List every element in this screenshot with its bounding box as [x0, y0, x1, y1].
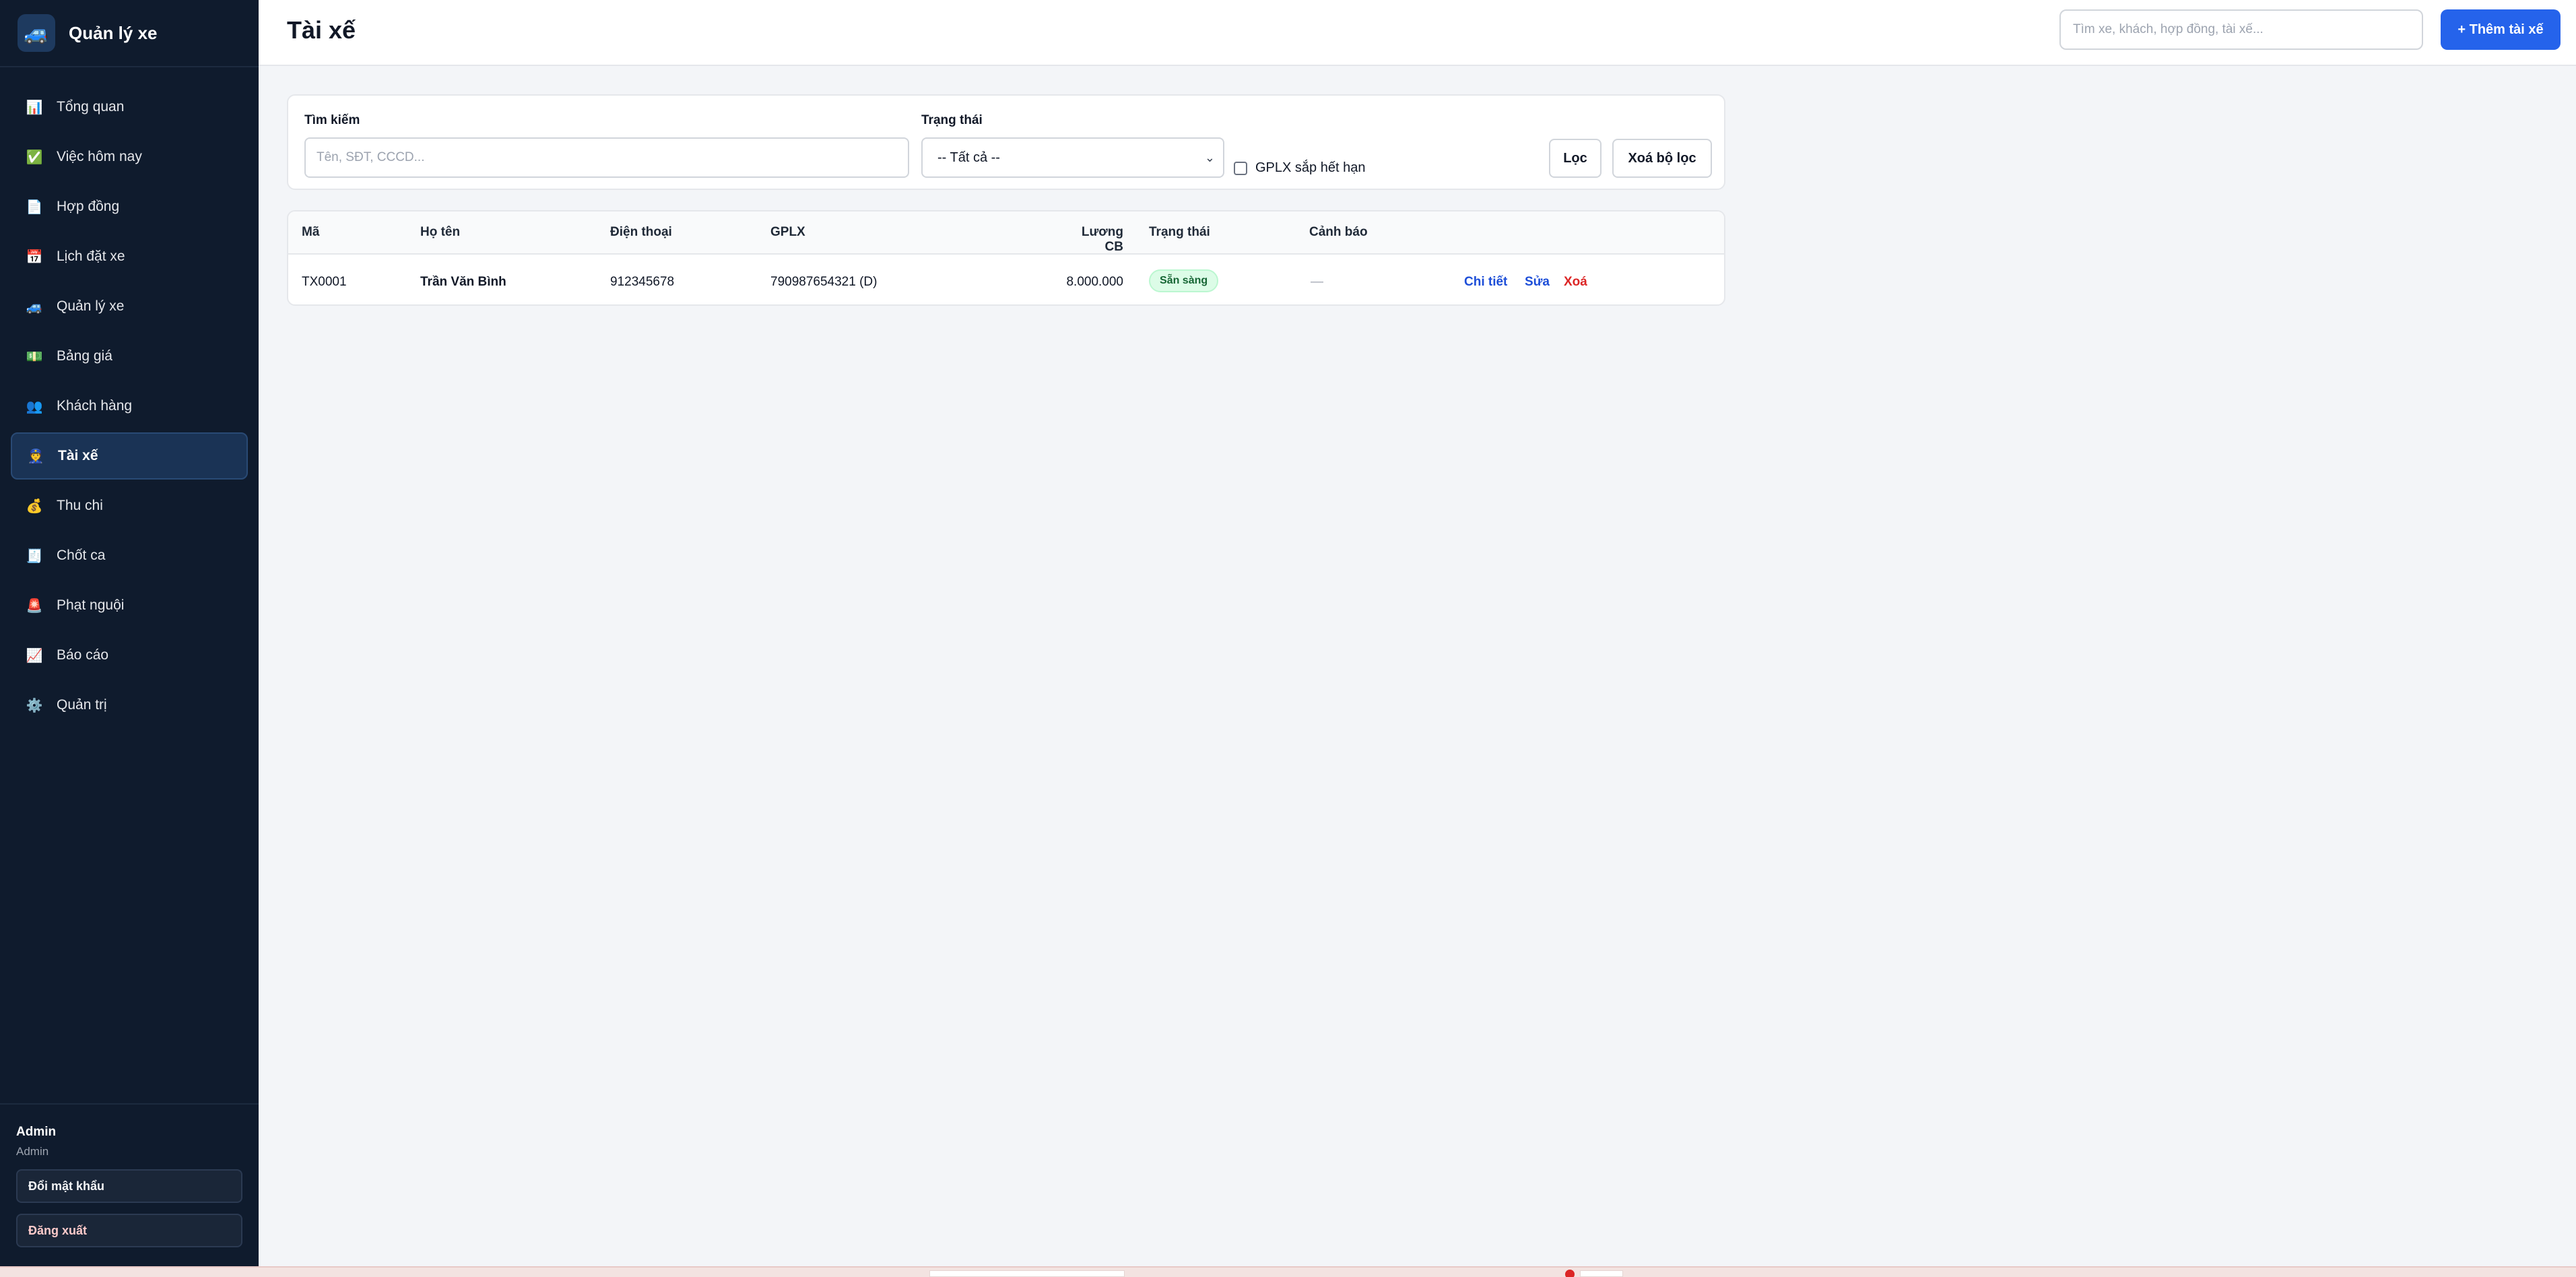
driver-code: TX0001 — [302, 275, 347, 289]
sidebar-item-quan-tri[interactable]: ⚙️ Quản trị — [11, 682, 248, 729]
change-password-button[interactable]: Đổi mật khẩu — [16, 1169, 242, 1203]
sidebar-item-label: Khách hàng — [57, 398, 133, 414]
money-icon: 💵 — [26, 349, 43, 364]
status-label: Trạng thái — [921, 113, 983, 127]
column-header-phone: Điện thoại — [610, 225, 672, 239]
status-select-value: -- Tất cả -- — [937, 150, 1000, 165]
sidebar-item-thu-chi[interactable]: 💰 Thu chi — [11, 482, 248, 529]
driver-phone: 912345678 — [610, 275, 675, 289]
logout-button[interactable]: Đăng xuất — [16, 1214, 242, 1247]
status-badge: Sẵn sàng — [1149, 269, 1219, 292]
sidebar-item-label: Chốt ca — [57, 548, 106, 563]
column-header-salary: Lương CB — [1081, 225, 1123, 254]
car-icon: 🚙 — [26, 299, 43, 315]
sidebar-item-label: Việc hôm nay — [57, 149, 142, 164]
receipt-icon: 🧾 — [26, 548, 43, 564]
edit-link[interactable]: Sửa — [1525, 275, 1550, 290]
sidebar-item-viec-hom-nay[interactable]: ✅ Việc hôm nay — [11, 133, 248, 181]
sidebar: 🚙 Quản lý xe 📊 Tổng quan ✅ Việc hôm nay … — [0, 0, 259, 1266]
brand[interactable]: 🚙 Quản lý xe — [0, 0, 259, 67]
license-expiring-filter[interactable]: GPLX sắp hết hạn — [1234, 160, 1365, 176]
driver-name: Trần Văn Bình — [420, 275, 506, 289]
sidebar-item-tai-xe[interactable]: 👮 Tài xế — [11, 432, 248, 480]
add-driver-button[interactable]: + Thêm tài xế — [2441, 9, 2561, 50]
user-name: Admin — [16, 1125, 57, 1139]
column-header-code: Mã — [302, 225, 320, 239]
license-expiring-label: GPLX sắp hết hạn — [1255, 160, 1366, 175]
app-name: Quản lý xe — [69, 22, 158, 43]
calendar-icon: 📅 — [26, 249, 43, 265]
sidebar-item-tong-quan[interactable]: 📊 Tổng quan — [11, 84, 248, 131]
table-header: Mã Họ tên Điện thoại GPLX Lương CB Trạng… — [288, 211, 1724, 255]
car-logo-icon: 🚙 — [18, 14, 55, 52]
drivers-table: Mã Họ tên Điện thoại GPLX Lương CB Trạng… — [287, 210, 1725, 306]
sidebar-item-label: Quản trị — [57, 697, 107, 713]
strip-segment — [1580, 1270, 1623, 1277]
driver-license: 790987654321 (D) — [770, 275, 878, 289]
sidebar-item-bang-gia[interactable]: 💵 Bảng giá — [11, 333, 248, 380]
sidebar-item-label: Hợp đồng — [57, 199, 120, 214]
sidebar-item-chot-ca[interactable]: 🧾 Chốt ca — [11, 532, 248, 579]
column-header-name: Họ tên — [420, 225, 461, 239]
column-header-warning: Cảnh báo — [1309, 225, 1368, 239]
search-label: Tìm kiếm — [304, 113, 360, 127]
checkmark-icon: ✅ — [26, 150, 43, 165]
global-search-input[interactable] — [2059, 9, 2423, 50]
clear-filter-button[interactable]: Xoá bộ lọc — [1612, 139, 1712, 178]
sidebar-item-label: Bảng giá — [57, 348, 112, 364]
sidebar-nav: 📊 Tổng quan ✅ Việc hôm nay 📄 Hợp đồng 📅 … — [0, 67, 259, 729]
topbar: Tài xế + Thêm tài xế — [259, 0, 2576, 66]
gear-icon: ⚙️ — [26, 698, 43, 713]
sidebar-item-label: Tài xế — [58, 448, 98, 463]
sidebar-item-label: Lịch đặt xe — [57, 249, 125, 264]
delete-link[interactable]: Xoá — [1564, 275, 1587, 290]
chevron-down-icon: ⌄ — [1204, 151, 1215, 164]
filter-button[interactable]: Lọc — [1549, 139, 1601, 178]
column-header-license: GPLX — [770, 225, 805, 239]
driver-warning: — — [1311, 275, 1323, 289]
money-bag-icon: 💰 — [26, 498, 43, 514]
sidebar-item-label: Tổng quan — [57, 99, 125, 114]
status-select[interactable]: -- Tất cả -- ⌄ — [921, 137, 1224, 178]
driver-salary: 8.000.000 — [1066, 275, 1123, 289]
filter-panel: Tìm kiếm Trạng thái -- Tất cả -- ⌄ GPLX … — [287, 94, 1725, 190]
sidebar-item-label: Báo cáo — [57, 647, 109, 663]
column-header-status: Trạng thái — [1149, 225, 1210, 239]
sidebar-item-phat-nguoi[interactable]: 🚨 Phạt nguội — [11, 582, 248, 629]
driver-icon: 👮 — [27, 449, 44, 464]
sidebar-item-bao-cao[interactable]: 📈 Báo cáo — [11, 632, 248, 679]
sidebar-item-label: Phạt nguội — [57, 597, 125, 613]
detail-link[interactable]: Chi tiết — [1464, 275, 1507, 290]
user-role: Admin — [16, 1145, 49, 1158]
sidebar-footer: Admin Admin Đổi mật khẩu Đăng xuất — [0, 1103, 259, 1266]
customers-icon: 👥 — [26, 399, 43, 414]
strip-segment — [929, 1270, 1125, 1277]
sidebar-item-label: Thu chi — [57, 498, 103, 513]
report-icon: 📈 — [26, 648, 43, 663]
notification-dot-icon — [1565, 1270, 1575, 1277]
license-expiring-checkbox[interactable] — [1234, 161, 1247, 175]
sidebar-item-quan-ly-xe[interactable]: 🚙 Quản lý xe — [11, 283, 248, 330]
sidebar-item-hop-dong[interactable]: 📄 Hợp đồng — [11, 183, 248, 230]
sidebar-item-lich-dat-xe[interactable]: 📅 Lịch đặt xe — [11, 233, 248, 280]
document-icon: 📄 — [26, 199, 43, 215]
driver-search-input[interactable] — [304, 137, 909, 178]
sidebar-item-label: Quản lý xe — [57, 298, 125, 314]
sidebar-item-khach-hang[interactable]: 👥 Khách hàng — [11, 383, 248, 430]
chart-icon: 📊 — [26, 100, 43, 115]
bottom-strip — [0, 1266, 2576, 1277]
page-title: Tài xế — [287, 16, 356, 44]
siren-icon: 🚨 — [26, 598, 43, 614]
